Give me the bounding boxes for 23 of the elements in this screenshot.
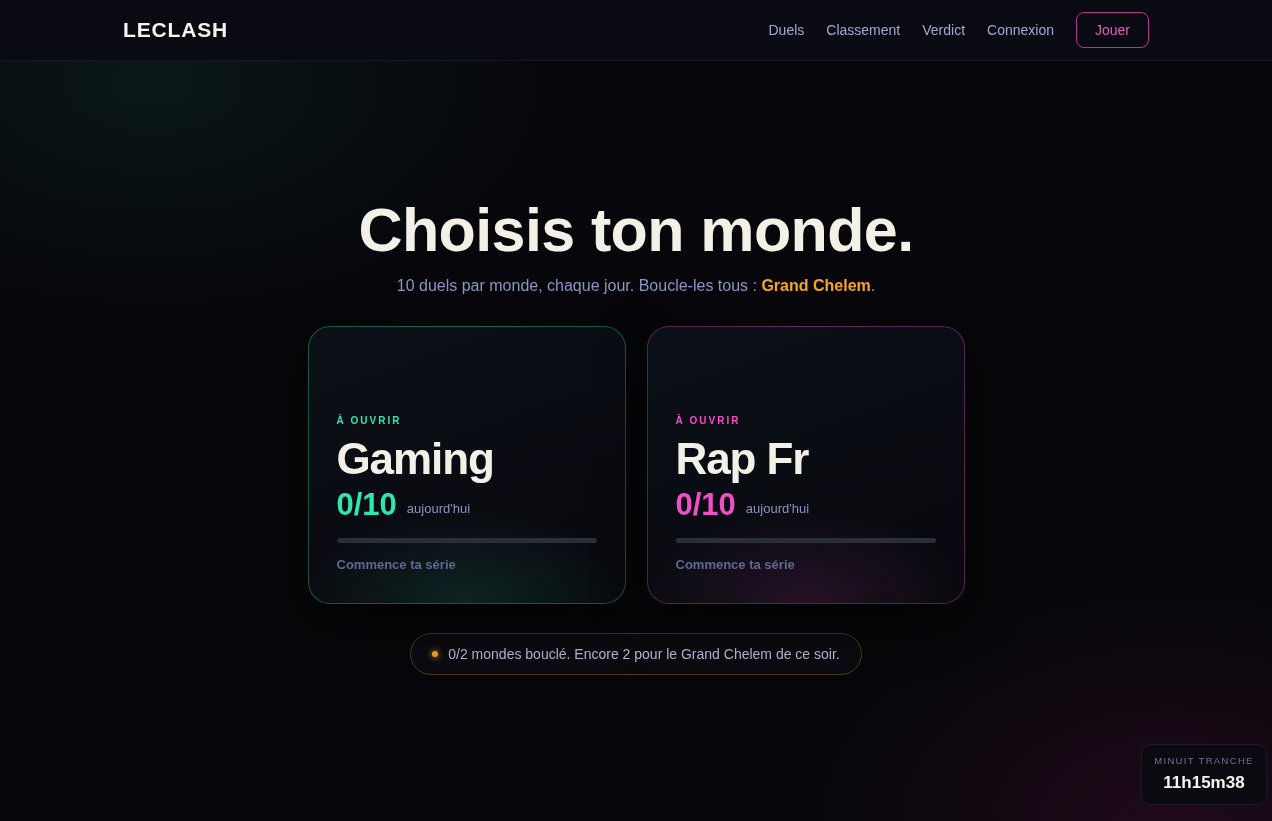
card-hint: Commence ta série (336, 557, 456, 573)
score-label: aujourd'hui (406, 501, 471, 518)
world-title: Gaming (336, 434, 494, 484)
hero-subtitle: 10 duels par monde, chaque jour. Boucle-les tous : Grand Chelem. (396, 276, 876, 296)
play-button[interactable]: Jouer (1075, 12, 1149, 48)
world-card[interactable]: À OUVRIR Gaming 0/10 aujourd'hui Commence ta série (307, 326, 626, 604)
score-count: 0/10 (675, 488, 736, 522)
hero-title: Choisis ton monde. (358, 199, 914, 261)
nav-link[interactable]: Classement (826, 19, 901, 41)
score-count: 0/10 (336, 488, 397, 522)
world-title: Rap Fr (675, 434, 809, 484)
score-label: aujourd'hui (745, 501, 810, 518)
site-logo[interactable]: LECLASH (123, 14, 229, 46)
card-status: À OUVRIR (675, 416, 741, 426)
world-card[interactable]: À OUVRIR Rap Fr 0/10 aujourd'hui Commence ta série (646, 326, 965, 604)
countdown-value: 11h15m38 (1163, 772, 1245, 794)
nav-link[interactable]: Connexion (987, 19, 1054, 41)
card-hint: Commence ta série (675, 557, 795, 573)
card-status: À OUVRIR (336, 416, 402, 426)
countdown-label: MINUIT TRANCHE (1154, 753, 1254, 768)
notice-text: 0/2 mondes bouclé. Encore 2 pour le Grand Chelem de ce soir. (448, 644, 840, 664)
nav-link[interactable]: Duels (768, 19, 805, 41)
nav-link[interactable]: Verdict (922, 19, 966, 41)
